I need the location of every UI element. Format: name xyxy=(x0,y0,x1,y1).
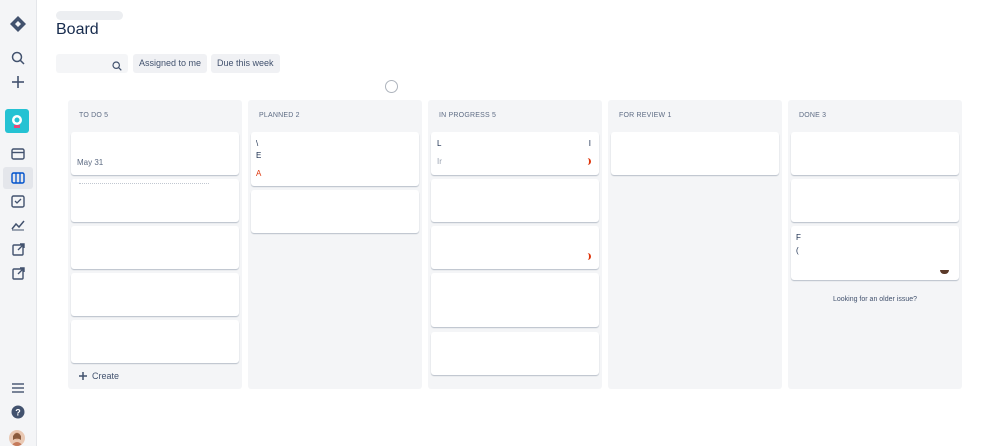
card-due-date: May 31 xyxy=(77,158,104,167)
releases-icon[interactable] xyxy=(7,190,29,212)
breadcrumb[interactable] xyxy=(56,11,123,20)
column-title: IN PROGRESS 5 xyxy=(439,112,497,119)
create-label: Create xyxy=(92,371,120,381)
column-todo: TO DO 5 May 31 Create xyxy=(68,100,242,389)
page-title: Board xyxy=(56,21,99,38)
issue-card[interactable] xyxy=(791,179,959,222)
issue-card[interactable]: \ E A xyxy=(251,132,419,186)
card-summary-fragment: ( xyxy=(796,246,799,255)
column-title: DONE 3 xyxy=(799,112,827,119)
card-summary-faint xyxy=(79,183,209,187)
create-plus-icon[interactable] xyxy=(7,71,29,93)
search-icon xyxy=(112,58,122,76)
create-issue-button[interactable]: Create xyxy=(79,371,119,381)
external-link-icon[interactable] xyxy=(7,238,29,260)
card-summary-fragment: L xyxy=(437,139,442,148)
card-summary-fragment: I xyxy=(588,139,591,148)
priority-icon xyxy=(586,158,591,165)
jira-logo-icon[interactable] xyxy=(7,13,29,35)
card-summary-fragment: \ xyxy=(256,139,259,148)
issue-card[interactable] xyxy=(431,273,599,327)
column-title: PLANNED 2 xyxy=(259,112,300,119)
issue-card[interactable] xyxy=(71,226,239,269)
loading-spinner xyxy=(385,80,398,93)
issue-card[interactable] xyxy=(611,132,779,175)
issue-card[interactable] xyxy=(251,190,419,233)
column-done: DONE 3 F ( Looking for an older issue? xyxy=(788,100,962,389)
filter-assigned-to-me[interactable]: Assigned to me xyxy=(133,54,208,73)
project-avatar[interactable] xyxy=(5,109,29,133)
column-title: FOR REVIEW 1 xyxy=(619,112,672,119)
issue-card[interactable]: May 31 xyxy=(71,132,239,175)
issue-card[interactable]: F ( xyxy=(791,226,959,280)
left-nav: ? xyxy=(0,0,37,446)
issue-card[interactable] xyxy=(431,226,599,269)
column-in-progress: IN PROGRESS 5 L I Ir xyxy=(428,100,602,389)
issue-card[interactable] xyxy=(431,332,599,375)
issue-card[interactable] xyxy=(431,179,599,222)
search-icon[interactable] xyxy=(7,47,29,69)
issue-card[interactable] xyxy=(71,179,239,222)
priority-icon xyxy=(586,253,591,260)
card-summary-fragment: F xyxy=(796,233,801,242)
svg-text:?: ? xyxy=(15,408,21,418)
backlog-icon[interactable] xyxy=(7,143,29,165)
add-item-icon[interactable] xyxy=(7,262,29,284)
column-for-review: FOR REVIEW 1 xyxy=(608,100,782,389)
board-icon[interactable] xyxy=(7,167,29,189)
plus-icon xyxy=(79,372,87,380)
filter-due-this-week[interactable]: Due this week xyxy=(211,54,280,73)
issue-card[interactable] xyxy=(71,273,239,316)
card-priority-fragment: A xyxy=(256,169,262,178)
column-title: TO DO 5 xyxy=(79,112,109,119)
user-avatar[interactable] xyxy=(9,430,25,446)
issue-card[interactable]: L I Ir xyxy=(431,132,599,175)
older-issue-link[interactable]: Looking for an older issue? xyxy=(788,296,962,303)
menu-icon[interactable] xyxy=(7,377,29,399)
search-input[interactable] xyxy=(56,54,128,73)
assignee-avatar xyxy=(940,270,949,274)
column-planned: PLANNED 2 \ E A xyxy=(248,100,422,389)
card-summary-fragment: E xyxy=(256,151,262,160)
issue-card[interactable] xyxy=(71,320,239,363)
reports-icon[interactable] xyxy=(7,214,29,236)
help-icon[interactable]: ? xyxy=(7,401,29,423)
issue-card[interactable] xyxy=(791,132,959,175)
card-key-fragment: Ir xyxy=(437,157,442,166)
